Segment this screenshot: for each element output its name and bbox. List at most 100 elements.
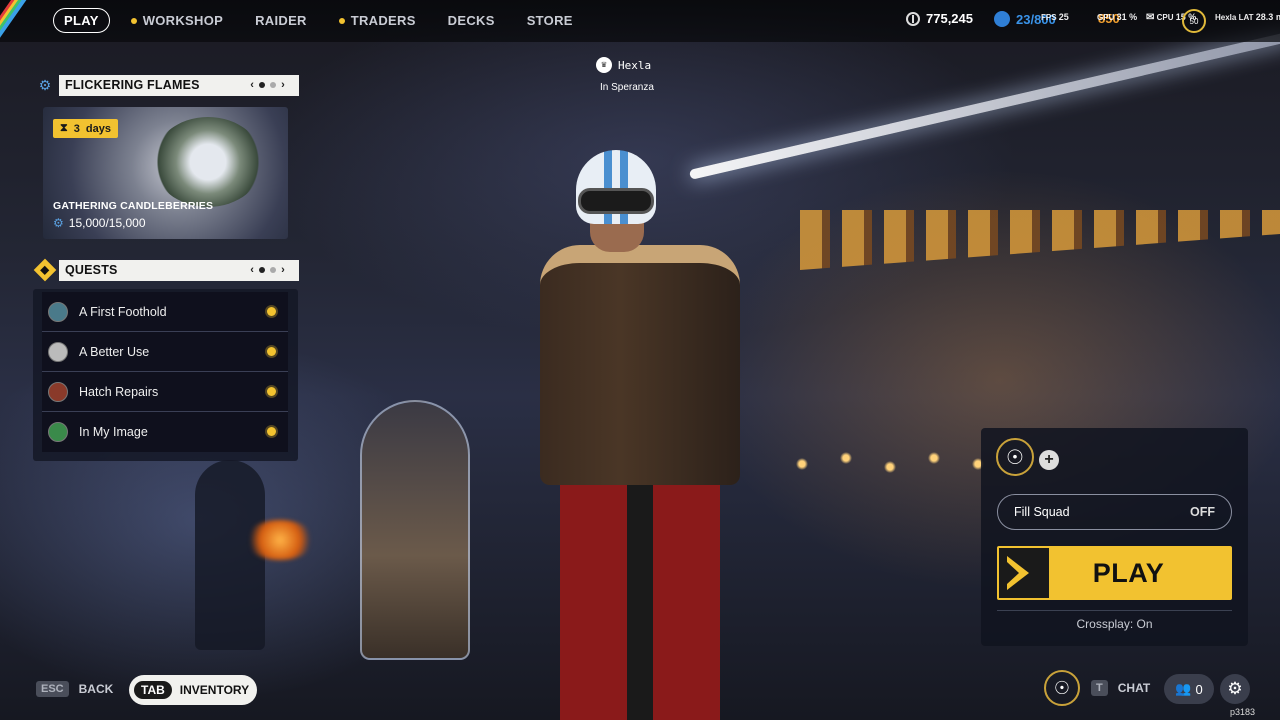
username-top[interactable]: Hexla bbox=[1215, 13, 1236, 22]
nav-raider-label: RAIDER bbox=[255, 13, 307, 28]
settings-icon: ⚙ bbox=[1227, 679, 1243, 698]
plus-icon: + bbox=[1044, 451, 1054, 468]
nav-play-label: PLAY bbox=[64, 13, 99, 28]
event-progress-value: 15,000/15,000 bbox=[68, 216, 146, 230]
nav-decks-label: DECKS bbox=[447, 13, 495, 28]
prev-arrow-icon[interactable]: ‹ bbox=[250, 79, 254, 91]
back-label: BACK bbox=[78, 682, 114, 696]
prev-arrow-icon[interactable]: ‹ bbox=[250, 264, 254, 276]
event-header: ⚙ FLICKERING FLAMES ‹ › bbox=[34, 74, 299, 96]
chevron-right-icon bbox=[999, 548, 1049, 598]
cpu-label: CPU bbox=[1156, 13, 1174, 22]
play-button-label: PLAY bbox=[1092, 557, 1165, 588]
page-dot[interactable] bbox=[270, 266, 277, 273]
nav-workshop-label: WORKSHOP bbox=[142, 13, 224, 28]
quest-status-dot-icon bbox=[267, 347, 276, 356]
event-pager: ‹ › bbox=[250, 79, 285, 91]
quest-giver-avatar bbox=[48, 422, 68, 442]
play-panel: ☉ + Fill Squad OFF PLAY Crossplay: On bbox=[981, 428, 1248, 646]
quest-list: A First Foothold A Better Use Hatch Repa… bbox=[33, 289, 298, 461]
nav-play[interactable]: PLAY bbox=[53, 8, 110, 33]
quest-status-dot-icon bbox=[267, 387, 276, 396]
fps-label: FPS bbox=[1041, 13, 1057, 22]
days-unit: days bbox=[85, 122, 111, 135]
lat-label: LAT bbox=[1238, 13, 1254, 22]
next-arrow-icon[interactable]: › bbox=[281, 79, 285, 91]
esc-key: ESC bbox=[36, 681, 69, 697]
profile-level-badge[interactable]: 50 bbox=[1182, 9, 1206, 33]
chat-label: CHAT bbox=[1117, 681, 1151, 695]
nav-traders[interactable]: TRADERS bbox=[338, 13, 416, 28]
quest-label: In My Image bbox=[79, 425, 148, 439]
lat-value: 28.3 ms bbox=[1255, 12, 1280, 22]
raider-emblem-icon: ☉ bbox=[1006, 446, 1024, 469]
level-value: 50 bbox=[1189, 16, 1199, 26]
nav-workshop[interactable]: WORKSHOP bbox=[130, 13, 224, 28]
inventory-label: INVENTORY bbox=[179, 683, 250, 697]
friends-icon: 👥 bbox=[1175, 681, 1192, 696]
friends-button[interactable]: 👥 0 bbox=[1164, 674, 1214, 704]
quest-giver-avatar bbox=[48, 341, 68, 362]
squad-member-avatar[interactable]: ☉ bbox=[996, 438, 1034, 476]
player-character bbox=[540, 150, 760, 720]
quest-row[interactable]: A Better Use bbox=[42, 332, 288, 372]
gear-icon: ⚙ bbox=[53, 216, 64, 230]
main-nav: PLAY WORKSHOP RAIDER TRADERS DECKS STORE bbox=[53, 8, 605, 33]
background-figure bbox=[195, 460, 265, 650]
quests-pager: ‹ › bbox=[250, 264, 285, 276]
tab-key: TAB bbox=[134, 681, 172, 699]
friends-count: 0 bbox=[1195, 681, 1203, 697]
event-card-title: GATHERING CANDLEBERRIES bbox=[53, 200, 214, 212]
page-dot[interactable] bbox=[270, 81, 277, 88]
light-beam bbox=[688, 30, 1280, 180]
quests-title: QUESTS bbox=[65, 263, 118, 277]
fill-squad-toggle[interactable]: Fill Squad OFF bbox=[997, 494, 1232, 530]
days-remaining-badge: ⧗ 3 days bbox=[53, 119, 118, 138]
event-card[interactable]: ⧗ 3 days GATHERING CANDLEBERRIES ⚙ 15,00… bbox=[43, 107, 288, 239]
player-location: In Speranza bbox=[600, 82, 654, 93]
nav-decks[interactable]: DECKS bbox=[448, 13, 495, 28]
candleberry-bush-image bbox=[153, 117, 263, 207]
nav-store[interactable]: STORE bbox=[527, 13, 573, 28]
back-button[interactable]: ESC BACK bbox=[36, 681, 113, 697]
hourglass-icon: ⧗ bbox=[60, 122, 68, 134]
quest-row[interactable]: Hatch Repairs bbox=[42, 372, 288, 412]
nav-raider[interactable]: RAIDER bbox=[255, 13, 307, 28]
quest-status-dot-icon bbox=[267, 427, 276, 436]
character-goggles bbox=[578, 188, 654, 214]
quest-row[interactable]: A First Foothold bbox=[42, 292, 288, 332]
mail-icon[interactable]: ✉ bbox=[1146, 12, 1154, 23]
fill-squad-label: Fill Squad bbox=[1014, 505, 1070, 519]
settings-button[interactable]: ⚙ bbox=[1220, 674, 1250, 704]
gpu-readout: GPU 31 % bbox=[1097, 12, 1137, 22]
lat-readout: Hexla LAT 28.3 ms bbox=[1215, 12, 1280, 22]
event-progress: ⚙ 15,000/15,000 bbox=[53, 216, 146, 230]
gpu-value: 31 % bbox=[1116, 12, 1138, 22]
candles bbox=[780, 440, 1000, 500]
quest-giver-avatar bbox=[48, 381, 68, 402]
divider bbox=[997, 610, 1232, 611]
page-dot[interactable] bbox=[259, 81, 266, 88]
quest-diamond-icon: ◆ bbox=[33, 258, 57, 282]
inventory-button[interactable]: TAB INVENTORY bbox=[129, 675, 257, 705]
quest-row[interactable]: In My Image bbox=[42, 412, 288, 452]
quest-status-dot-icon bbox=[267, 307, 276, 316]
nav-store-label: STORE bbox=[526, 13, 573, 28]
nav-traders-label: TRADERS bbox=[350, 13, 416, 28]
player-name: Hexla bbox=[618, 58, 652, 72]
robed-statue bbox=[360, 400, 470, 660]
play-button[interactable]: PLAY bbox=[997, 546, 1232, 600]
event-title: FLICKERING FLAMES bbox=[65, 78, 200, 92]
next-arrow-icon[interactable]: › bbox=[281, 264, 285, 276]
crossplay-status: Crossplay: On bbox=[1076, 617, 1153, 631]
coin-icon bbox=[906, 11, 920, 26]
credit-icon bbox=[994, 11, 1010, 27]
add-squad-member-button[interactable]: + bbox=[1039, 450, 1059, 470]
coins-display[interactable]: 775,245 bbox=[906, 11, 973, 26]
page-dot[interactable] bbox=[259, 266, 266, 273]
player-avatar[interactable]: ☉ bbox=[1044, 670, 1080, 706]
chat-button[interactable]: T CHAT bbox=[1091, 680, 1150, 696]
coins-value: 775,245 bbox=[926, 11, 973, 26]
notification-dot-icon bbox=[130, 17, 137, 24]
fill-squad-value: OFF bbox=[1190, 505, 1215, 519]
